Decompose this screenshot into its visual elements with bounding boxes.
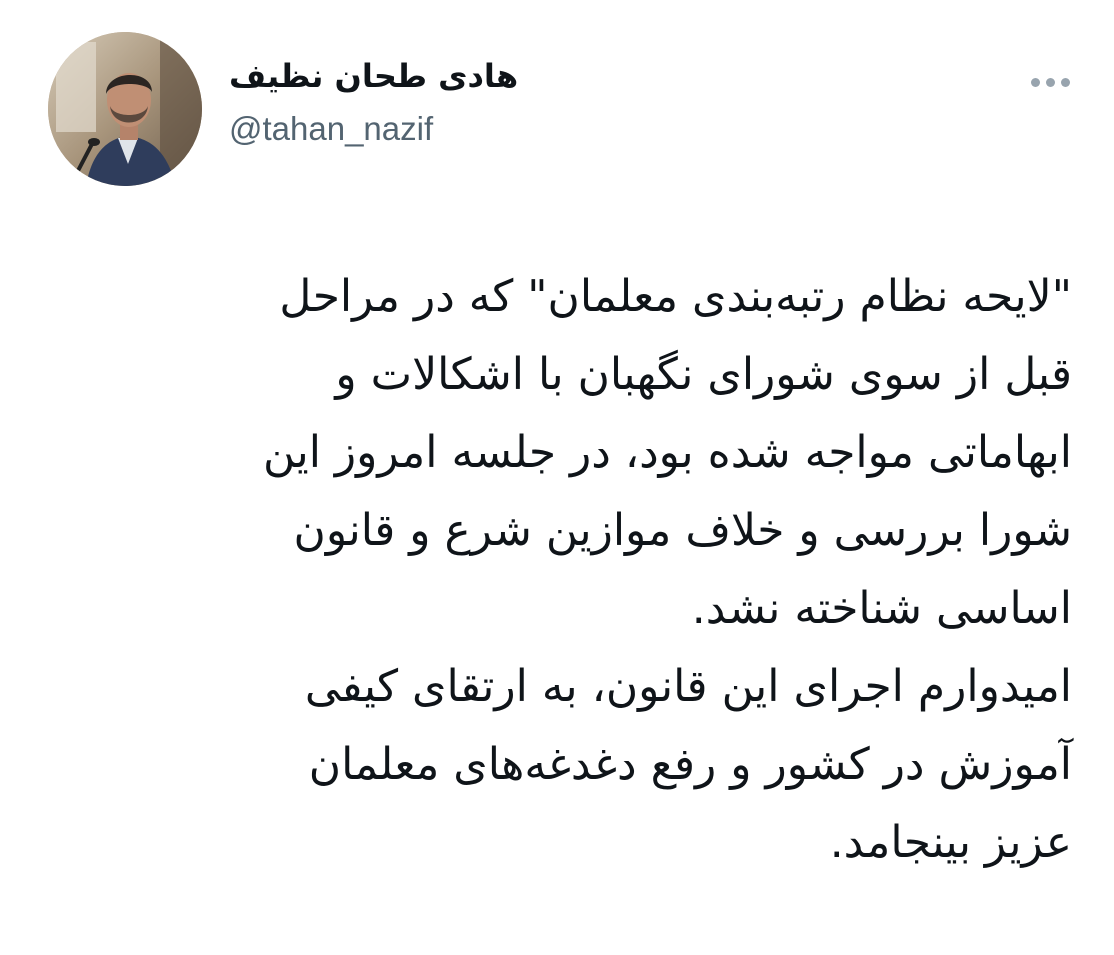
profile-photo-icon bbox=[48, 32, 202, 186]
tweet-text: "لایحه نظام رتبه‌بندی معلمان" که در مراح… bbox=[262, 271, 1072, 868]
more-options-button[interactable] bbox=[1022, 64, 1078, 100]
tweet-header: هادی طحان نظیف @tahan_nazif bbox=[48, 32, 1078, 187]
more-options-icon-dot bbox=[1060, 77, 1070, 87]
more-options-icon-dot bbox=[1045, 77, 1055, 87]
avatar[interactable] bbox=[48, 32, 202, 186]
author-display-name[interactable]: هادی طحان نظیف bbox=[229, 54, 729, 98]
author-names: هادی طحان نظیف @tahan_nazif bbox=[229, 54, 729, 152]
more-options-icon bbox=[1030, 77, 1040, 87]
tweet-card: هادی طحان نظیف @tahan_nazif "لایحه نظام … bbox=[0, 0, 1114, 955]
author-handle[interactable]: @tahan_nazif bbox=[229, 106, 729, 152]
